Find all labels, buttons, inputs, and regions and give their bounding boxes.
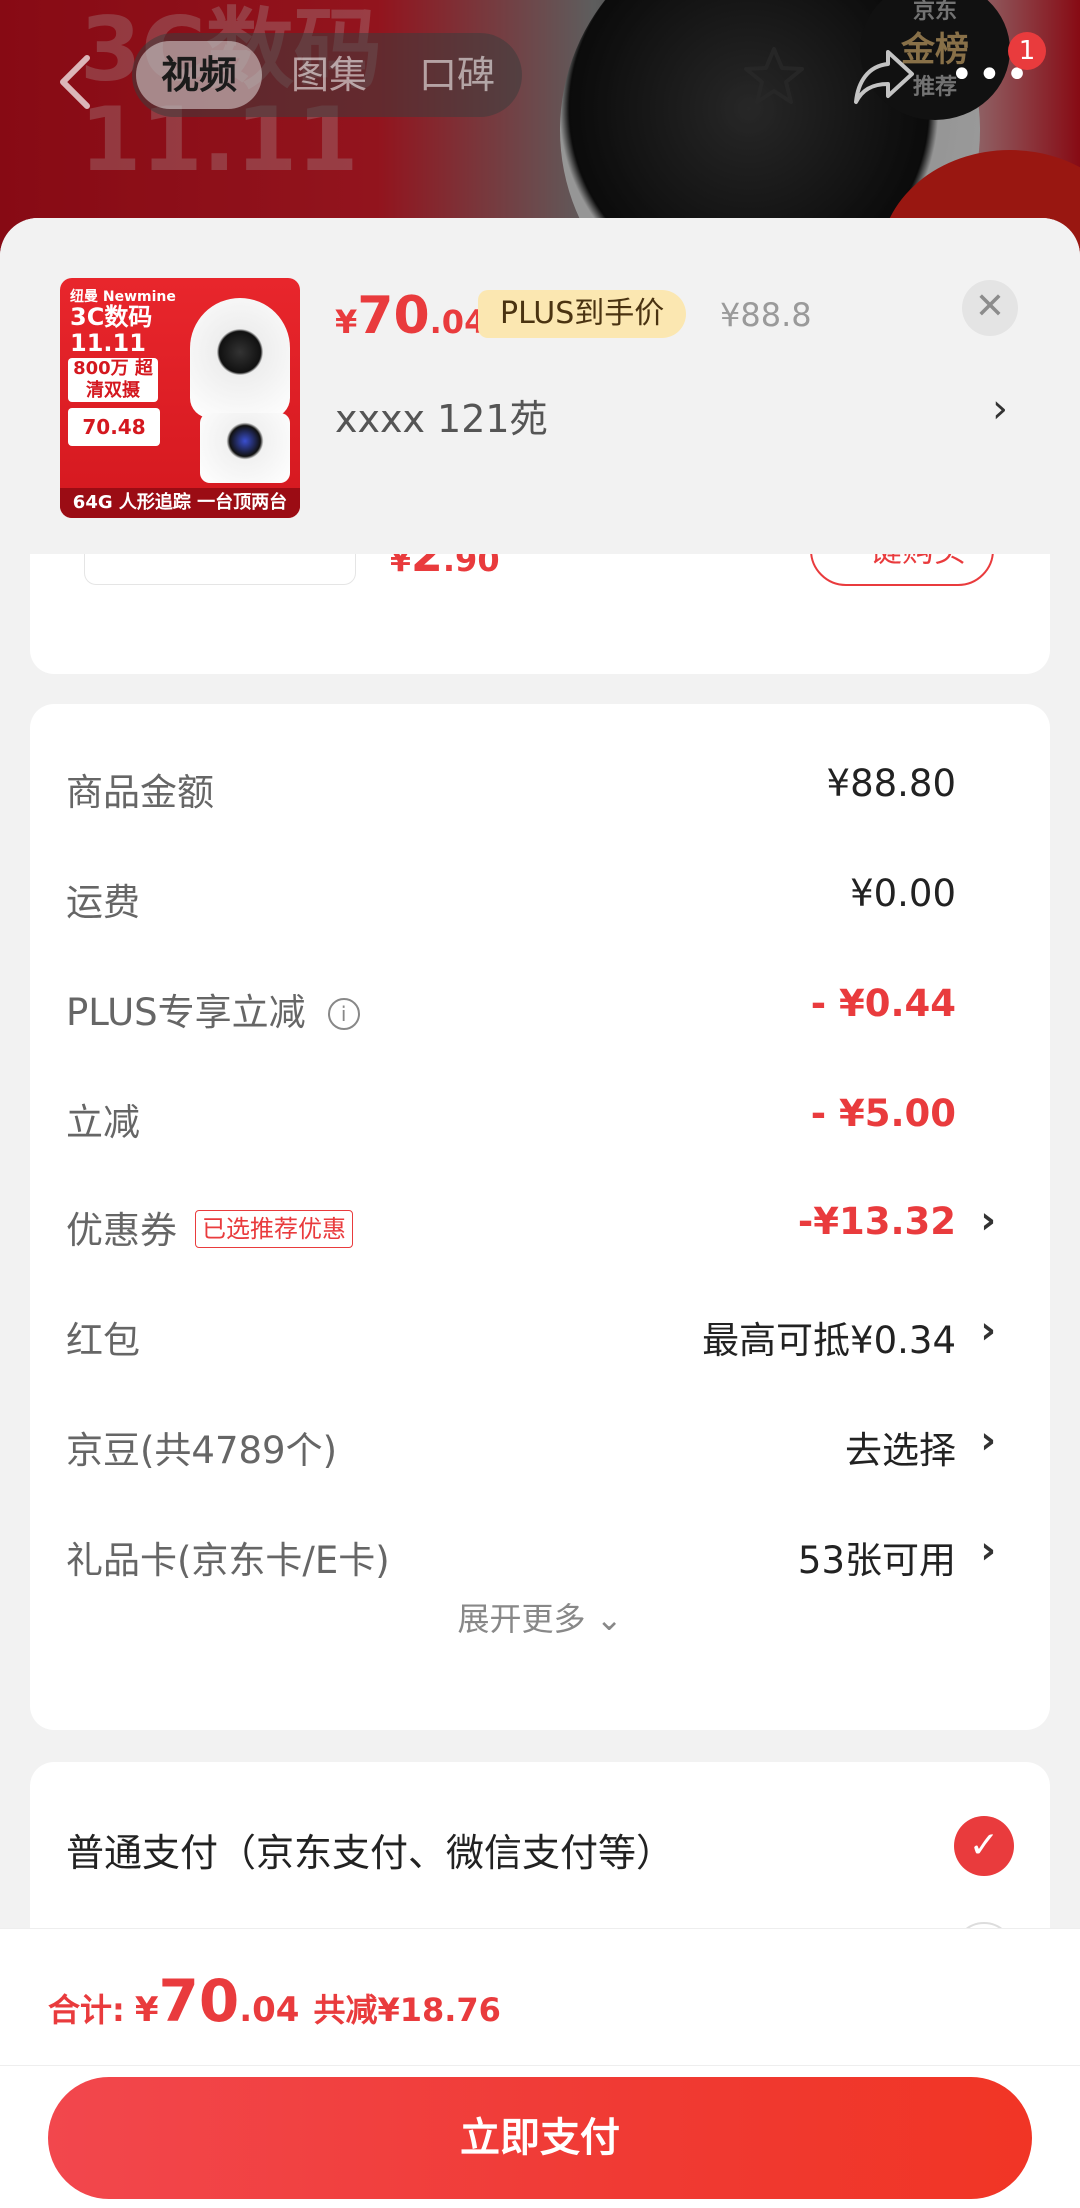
chevron-right-icon[interactable]: › — [980, 1308, 996, 1352]
thumb-title-line1: 3C数码 — [70, 303, 153, 331]
row-value: ¥88.80 — [826, 762, 956, 805]
row-label: 红包 — [66, 1319, 140, 1362]
row-value: - ¥0.44 — [810, 982, 956, 1025]
thumb-spec: 800万 超清双摄 — [68, 358, 158, 402]
back-icon[interactable] — [55, 52, 95, 112]
total-currency: ¥ — [134, 1990, 159, 2030]
thumb-storage: 64G — [72, 492, 113, 513]
sheet-header: 纽曼 Newmine 3C数码 11.11 800万 超清双摄 70.48 64… — [0, 218, 1080, 554]
divider — [0, 2065, 1080, 2066]
chevron-down-icon: ⌄ — [595, 1600, 623, 1638]
row-label-text: PLUS专享立减 — [66, 991, 306, 1034]
coupon-selected-tag: 已选推荐优惠 — [195, 1210, 353, 1248]
plus-price-tag: PLUS到手价 — [478, 290, 687, 338]
checkout-bar: 合计: ¥70.04 共减¥18.76 立即支付 — [0, 1928, 1080, 2208]
summary-row-goods-amount: 商品金额 ¥88.80 — [66, 754, 1036, 814]
expand-more-button[interactable]: 展开更多 ⌄ — [30, 1594, 1050, 1640]
sheet-price: ¥70.04 — [335, 286, 486, 346]
row-label-text: 优惠券 — [66, 1209, 177, 1252]
row-label: 优惠券 已选推荐优惠 — [66, 1200, 353, 1254]
summary-row-jd-beans[interactable]: 京豆(共4789个) 去选择 › — [66, 1412, 1036, 1472]
row-value: 最高可抵¥0.34 — [702, 1319, 956, 1362]
row-value: 53张可用 — [797, 1539, 956, 1582]
row-label: 运费 — [66, 881, 140, 924]
summary-row-shipping: 运费 ¥0.00 — [66, 864, 1036, 924]
share-icon[interactable] — [852, 46, 916, 106]
star-icon[interactable] — [742, 44, 806, 108]
row-value: 去选择 — [845, 1429, 956, 1472]
total-integer: 70 — [158, 1967, 240, 2035]
total-decimal: .04 — [239, 1990, 300, 2030]
order-sheet: 纽曼 Newmine 3C数码 11.11 800万 超清双摄 70.48 64… — [0, 218, 1080, 2207]
summary-row-plus-discount: PLUS专享立减 i - ¥0.44 — [66, 974, 1036, 1034]
summary-row-coupon[interactable]: 优惠券 已选推荐优惠 -¥13.32 › — [66, 1192, 1036, 1252]
chevron-right-icon[interactable]: › — [980, 1198, 996, 1242]
pay-now-button[interactable]: 立即支付 — [48, 2077, 1032, 2199]
thumb-footer-text: 人形追踪 一台顶两台 — [118, 492, 288, 513]
notification-badge: 1 — [1008, 32, 1046, 70]
more-icon[interactable]: ••• — [950, 55, 1029, 95]
summary-row-instant-discount: 立减 - ¥5.00 — [66, 1084, 1036, 1144]
order-total: 合计: ¥70.04 共减¥18.76 — [48, 1967, 501, 2035]
info-icon[interactable]: i — [327, 998, 360, 1030]
price-integer: 70 — [357, 286, 430, 346]
row-label: 立减 — [66, 1101, 140, 1144]
expand-more-label: 展开更多 — [457, 1600, 586, 1638]
row-label: 京豆(共4789个) — [66, 1429, 338, 1472]
row-label: 礼品卡(京东卡/E卡) — [66, 1539, 390, 1582]
check-icon[interactable]: ✓ — [954, 1816, 1014, 1876]
price-currency: ¥ — [335, 303, 358, 341]
original-price: ¥88.8 — [720, 296, 812, 334]
summary-row-red-packet[interactable]: 红包 最高可抵¥0.34 › — [66, 1302, 1036, 1362]
row-value: -¥13.32 — [797, 1200, 956, 1243]
media-tabs: 视频 图集 口碑 — [132, 33, 522, 117]
close-icon[interactable]: ✕ — [962, 280, 1018, 336]
row-label: PLUS专享立减 i — [66, 982, 360, 1036]
payment-method-label[interactable]: 普通支付（京东支付、微信支付等） — [66, 1822, 674, 1877]
thumb-camera-2 — [200, 413, 290, 483]
tab-reviews[interactable]: 口碑 — [394, 41, 520, 109]
row-value: ¥0.00 — [850, 872, 956, 915]
row-label: 商品金额 — [66, 771, 214, 814]
product-thumbnail: 纽曼 Newmine 3C数码 11.11 800万 超清双摄 70.48 64… — [60, 278, 300, 518]
thumb-price: 70.48 — [68, 408, 160, 446]
total-label: 合计: — [48, 1991, 125, 2029]
total-saved: 共减¥18.76 — [313, 1991, 501, 2029]
tab-video[interactable]: 视频 — [136, 41, 262, 109]
chevron-right-icon[interactable]: › — [980, 1528, 996, 1572]
thumb-title: 3C数码 11.11 — [70, 304, 152, 356]
price-summary-card: 商品金额 ¥88.80 运费 ¥0.00 PLUS专享立减 i - ¥0.44 立… — [30, 704, 1050, 1730]
thumb-camera-1 — [190, 298, 290, 418]
thumb-footer: 64G 人形追踪 一台顶两台 — [60, 488, 300, 518]
summary-row-gift-card[interactable]: 礼品卡(京东卡/E卡) 53张可用 › — [66, 1522, 1036, 1582]
top-nav: 视频 图集 口碑 ••• 1 — [0, 30, 1080, 130]
chevron-right-icon[interactable]: › — [980, 1418, 996, 1462]
tab-gallery[interactable]: 图集 — [266, 41, 392, 109]
row-value: - ¥5.00 — [810, 1092, 956, 1135]
delivery-address[interactable]: xxxx 121苑 — [335, 388, 548, 443]
thumb-title-line2: 11.11 — [70, 329, 146, 357]
chevron-right-icon[interactable]: › — [992, 386, 1008, 432]
